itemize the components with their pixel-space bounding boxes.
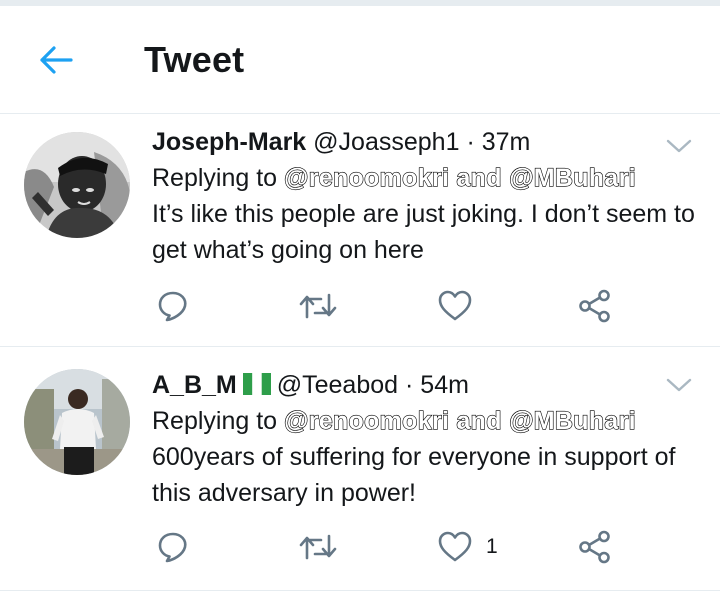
share-icon: [579, 289, 610, 323]
nigeria-flag-icon: [242, 373, 271, 395]
meta-separator: ·: [466, 128, 475, 156]
back-button[interactable]: [28, 32, 84, 88]
user-handle[interactable]: @Teeabod: [277, 371, 398, 399]
timestamp[interactable]: 37m: [482, 128, 531, 156]
heart-icon: [438, 290, 472, 321]
retweet-button[interactable]: [298, 286, 338, 326]
tweet-text: It’s like this people are just joking. I…: [152, 200, 695, 264]
tweet-item[interactable]: A_B_M @Teeabod · 54m Replying to @renoom…: [0, 347, 720, 591]
reply-button[interactable]: [156, 527, 190, 567]
avatar[interactable]: [24, 132, 130, 238]
like-button[interactable]: 1: [438, 527, 498, 567]
tweet-content: Joseph-Mark @Joasseph1 · 37m Replying to…: [152, 124, 696, 268]
display-name[interactable]: A_B_M: [152, 371, 237, 399]
reply-icon: [158, 291, 187, 322]
retweet-icon: [299, 293, 337, 319]
replying-to-mentions[interactable]: @renoomokri and @MBuhari: [283, 163, 636, 192]
timestamp[interactable]: 54m: [420, 371, 469, 399]
display-name[interactable]: Joseph-Mark: [152, 128, 306, 156]
like-count: 1: [486, 535, 498, 558]
avatar[interactable]: [24, 369, 130, 475]
replying-to-line: Replying to @renoomokri and @MBuhari: [152, 403, 696, 439]
heart-icon: [438, 531, 472, 562]
tweet-meta: A_B_M @Teeabod · 54m: [152, 367, 696, 403]
tweet-actions: [156, 286, 620, 326]
meta-separator: ·: [405, 371, 414, 399]
replying-to-line: Replying to @renoomokri and @MBuhari: [152, 160, 696, 196]
tweet-text: 600years of suffering for everyone in su…: [152, 443, 676, 507]
page-title: Tweet: [144, 38, 245, 80]
user-handle[interactable]: @Joasseph1: [313, 128, 459, 156]
share-button[interactable]: [578, 286, 612, 326]
share-button[interactable]: [578, 527, 612, 567]
tweet-actions: 1: [156, 527, 620, 567]
tweet-meta: Joseph-Mark @Joasseph1 · 37m: [152, 124, 696, 160]
replying-to-mentions[interactable]: @renoomokri and @MBuhari: [283, 406, 636, 435]
chevron-down-icon[interactable]: [666, 375, 692, 395]
reply-icon: [158, 532, 187, 563]
tweet-item[interactable]: Joseph-Mark @Joasseph1 · 37m Replying to…: [0, 114, 720, 347]
chevron-down-icon[interactable]: [666, 136, 692, 156]
reply-button[interactable]: [156, 286, 190, 326]
share-icon: [579, 530, 610, 564]
tweet-content: A_B_M @Teeabod · 54m Replying to @renoom…: [152, 367, 696, 511]
like-button[interactable]: [438, 286, 486, 326]
retweet-button[interactable]: [298, 527, 338, 567]
retweet-icon: [299, 534, 337, 560]
replying-to-label: Replying to: [152, 407, 278, 435]
replying-to-label: Replying to: [152, 164, 278, 192]
top-app-bar: Tweet: [0, 6, 720, 114]
arrow-left-icon: [40, 45, 73, 74]
